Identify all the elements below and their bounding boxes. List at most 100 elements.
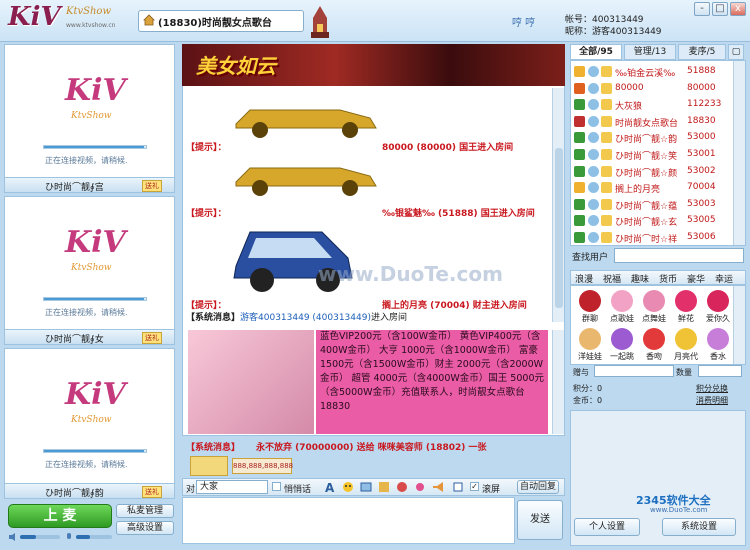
user-list-scrollbar[interactable] — [733, 61, 745, 245]
user-row[interactable]: 搁上的月亮 70004 — [571, 179, 731, 196]
limousine-image — [235, 109, 377, 138]
auto-reply-button[interactable]: 自动回复 — [517, 480, 559, 494]
minimize-button[interactable]: - — [694, 2, 710, 16]
notice-scrollbar[interactable] — [552, 330, 564, 434]
mic-volume-slider[interactable] — [76, 535, 112, 539]
gift-recipient-input[interactable] — [594, 365, 674, 377]
mic-button[interactable]: 上 麦 — [8, 504, 112, 528]
user-row[interactable]: ひ时尚⌒靓☆蕴 53003 — [571, 196, 731, 213]
video-panel-2[interactable]: KiV KtvShow 正在连接视频，请稍候. — [4, 196, 175, 342]
flower-icon[interactable] — [414, 481, 426, 493]
chat-tag: 【提示】： — [186, 209, 227, 219]
maximize-button[interactable]: □ — [712, 2, 728, 16]
gift-scrollbar[interactable] — [733, 286, 745, 364]
list-menu-icon[interactable]: ▢ — [728, 44, 744, 60]
gift-item[interactable]: 鲜花 — [669, 288, 703, 326]
font-icon[interactable]: A — [324, 481, 336, 493]
user-id: 53005 — [687, 215, 716, 226]
personal-settings-button[interactable]: 个人设置 — [574, 518, 640, 536]
user-face-icon — [588, 115, 599, 127]
color-icon[interactable] — [396, 481, 408, 493]
video-panel-1[interactable]: KiV KtvShow 正在连接视频，请稍候. — [4, 44, 175, 190]
video-user-bar[interactable]: ひ时尚⌒靓∮宫 送礼 — [4, 177, 175, 193]
svg-text:A: A — [325, 481, 335, 493]
speaker-icon[interactable] — [8, 532, 18, 542]
chat-message: ‰银鲨魅‰ (51888) 国王进入房间 — [382, 209, 535, 219]
tab-mic-queue[interactable]: 麦序/5 — [678, 44, 726, 60]
animation-icon[interactable] — [378, 481, 390, 493]
gift-tab[interactable]: 货币 — [659, 272, 677, 285]
hum-label[interactable]: 哼 哼 — [512, 14, 535, 29]
gift-tab[interactable]: 浪漫 — [575, 272, 593, 285]
user-row[interactable]: ひ时尚⌒靓☆韵 53000 — [571, 129, 731, 146]
advanced-settings-button[interactable]: 高级设置 — [116, 521, 174, 535]
search-input[interactable] — [614, 248, 744, 263]
user-level-icon — [574, 82, 585, 94]
gift-button[interactable]: 送礼 — [142, 486, 162, 498]
gift-item[interactable]: 群聊 — [573, 288, 607, 326]
user-id: 18830 — [687, 115, 716, 126]
gift-grid[interactable]: 群聊 点歌娃 点舞娃 鲜花 爱你久洋娃娃 一起跳 香吻 月亮代 香水 — [570, 285, 746, 365]
user-row[interactable]: 80000 80000 — [571, 80, 731, 97]
user-id: 53001 — [687, 149, 716, 159]
user-row[interactable]: 大灰狼 112233 — [571, 96, 731, 113]
video-user-bar[interactable]: ひ时尚⌒靓∮女 送礼 — [4, 329, 175, 345]
card-value: 888,888,888,888 — [232, 458, 293, 474]
gift-quantity-input[interactable] — [698, 365, 742, 377]
message-input[interactable] — [182, 497, 515, 544]
user-row[interactable]: ひ时尚⌒靓☆颜 53002 — [571, 163, 731, 180]
close-button[interactable]: x — [730, 2, 746, 16]
gift-tab[interactable]: 幸运 — [715, 272, 733, 285]
emoticon-icon[interactable] — [342, 481, 354, 493]
video-logo: KiV — [65, 225, 126, 260]
gift-item[interactable]: 月亮代 — [669, 326, 703, 364]
gift-name: 点舞娃 — [642, 314, 666, 323]
chat-message: 80000 (80000) 国王进入房间 — [382, 143, 514, 153]
video-panel-3[interactable]: KiV KtvShow 正在连接视频，请稍候. — [4, 348, 175, 494]
video-user-name: ひ时尚⌒靓∮韵 — [45, 489, 104, 499]
chat-scrollbar[interactable] — [552, 88, 564, 322]
tab-all[interactable]: 全部/95 — [570, 44, 622, 60]
limousine-image — [235, 167, 377, 196]
user-list[interactable]: ‰铂金云溪‰ 51888 80000 80000 大灰狼 112233 时尚靓女点歌台 188… — [570, 60, 746, 246]
logo-subtitle: KtvShow — [66, 6, 112, 17]
gift-tab[interactable]: 祝福 — [603, 272, 621, 285]
clear-icon[interactable] — [452, 481, 464, 493]
image-icon[interactable] — [360, 481, 372, 493]
whisper-checkbox[interactable] — [272, 482, 281, 491]
gift-button[interactable]: 送礼 — [142, 332, 162, 344]
user-row[interactable]: ‰铂金云溪‰ 51888 — [571, 63, 731, 80]
private-mic-manage-button[interactable]: 私麦管理 — [116, 504, 174, 518]
volume-slider[interactable] — [20, 535, 60, 539]
user-name: ひ时尚⌒靓☆韵 — [615, 135, 678, 146]
trumpet-icon[interactable] — [432, 481, 444, 493]
chat-tag: 【提示】： — [186, 143, 227, 153]
user-id: 112233 — [687, 99, 722, 110]
points-exchange-link[interactable]: 积分兑换 — [696, 383, 728, 394]
user-row[interactable]: ひ时尚⌒靓☆笑 53001 — [571, 146, 731, 163]
gift-item[interactable]: 香吻 — [637, 326, 671, 364]
send-button[interactable]: 发送 — [517, 500, 563, 540]
gift-item[interactable]: 点舞娃 — [637, 288, 671, 326]
mic-icon[interactable] — [64, 532, 74, 542]
gift-item[interactable]: 爱你久 — [701, 288, 735, 326]
user-row[interactable]: ひ时尚⌒靓☆玄 53005 — [571, 212, 731, 229]
gift-item[interactable]: 一起跳 — [605, 326, 639, 364]
gift-button[interactable]: 送礼 — [142, 180, 162, 192]
user-badge-icon — [601, 132, 612, 144]
recipient-select[interactable]: 大家 — [196, 480, 268, 494]
gift-item[interactable]: 洋娃娃 — [573, 326, 607, 364]
gift-tab[interactable]: 豪华 — [687, 272, 705, 285]
gift-tab[interactable]: 趣味 — [631, 272, 649, 285]
scroll-checkbox[interactable]: ✓ — [470, 482, 479, 491]
user-row[interactable]: ひ时尚⌒时☆祥 53006 — [571, 229, 731, 246]
gift-icon — [707, 328, 729, 350]
consume-detail-link[interactable]: 消费明细 — [696, 395, 728, 406]
user-row[interactable]: 时尚靓女点歌台 18830 — [571, 113, 731, 130]
system-settings-button[interactable]: 系统设置 — [662, 518, 736, 536]
gift-item[interactable]: 香水 — [701, 326, 735, 364]
tab-admins[interactable]: 管理/13 — [624, 44, 676, 60]
gift-item[interactable]: 点歌娃 — [605, 288, 639, 326]
video-user-bar[interactable]: ひ时尚⌒靓∮韵 送礼 — [4, 483, 175, 499]
user-tabs: 全部/95 管理/13 麦序/5 ▢ — [570, 44, 746, 60]
